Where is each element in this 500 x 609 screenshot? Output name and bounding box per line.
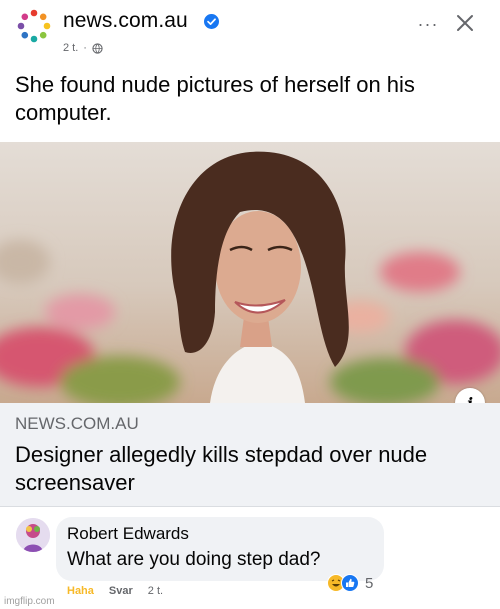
watermark: imgflip.com (4, 596, 55, 607)
post-timestamp[interactable]: 2 t. (63, 42, 78, 54)
avatar[interactable] (16, 518, 50, 552)
comment-text: What are you doing step dad? (67, 549, 321, 570)
comment-bubble: Robert Edwards What are you doing step d… (56, 517, 384, 581)
page-name[interactable]: news.com.au (63, 9, 188, 33)
reaction-count: 5 (365, 574, 374, 592)
post-header: news.com.au 2 t. · ··· (0, 0, 500, 60)
verified-badge-icon (204, 14, 219, 29)
reply-button[interactable]: Svar (109, 585, 133, 597)
more-options-button[interactable]: ··· (414, 10, 442, 38)
link-preview-image[interactable] (0, 142, 500, 403)
news-logo-icon[interactable] (16, 8, 52, 44)
meta-separator: · (83, 42, 87, 54)
globe-icon (92, 42, 103, 54)
comment-timestamp[interactable]: 2 t. (148, 585, 163, 597)
post-meta: 2 t. · (63, 42, 103, 54)
comment-reactions[interactable]: 5 (327, 573, 373, 593)
close-icon[interactable] (452, 10, 478, 36)
link-preview-card[interactable]: NEWS.COM.AU Designer allegedly kills ste… (0, 403, 500, 507)
comment-author[interactable]: Robert Edwards (67, 524, 189, 544)
link-domain: NEWS.COM.AU (15, 414, 139, 433)
post-text: She found nude pictures of herself on hi… (15, 72, 415, 125)
comment-actions: Haha Svar 2 t. (67, 585, 163, 597)
link-title[interactable]: Designer allegedly kills stepdad over nu… (15, 441, 485, 497)
haha-action-button[interactable]: Haha (67, 585, 94, 597)
like-reaction-icon (341, 574, 359, 592)
